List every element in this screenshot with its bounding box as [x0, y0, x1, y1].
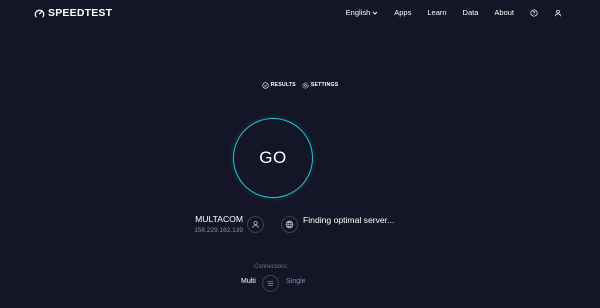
go-label: GO — [259, 148, 287, 167]
results-link[interactable]: RESULTS — [261, 81, 296, 89]
logo-text: SPEEDTEST — [48, 7, 113, 19]
settings-link[interactable]: SETTINGS — [302, 82, 339, 89]
results-label: RESULTS — [270, 82, 296, 88]
user-icon — [252, 221, 259, 228]
nav-learn-link[interactable]: Learn — [427, 8, 446, 17]
top-nav-bar: SPEEDTEST English Apps Learn Data About — [0, 0, 600, 27]
results-settings-row: RESULTS SETTINGS — [0, 79, 600, 91]
isp-ip-address: 156.229.162.139 — [194, 227, 243, 234]
nav-about-link[interactable]: About — [494, 8, 514, 17]
chevron-down-icon — [372, 11, 378, 15]
connections-toggle[interactable] — [262, 275, 279, 292]
server-status-text: Finding optimal server... — [303, 215, 395, 225]
connections-multi-option[interactable]: Multi — [241, 278, 256, 285]
server-globe-button[interactable] — [281, 216, 298, 233]
connections-toggle-row: Multi Single — [0, 275, 600, 292]
main-nav: English Apps Learn Data About — [346, 8, 562, 17]
speedtest-logo[interactable]: SPEEDTEST — [34, 7, 112, 19]
connections-single-option[interactable]: Single — [286, 278, 305, 285]
connections-icon — [267, 281, 274, 286]
account-button[interactable] — [554, 9, 562, 17]
isp-user-badge — [247, 216, 264, 233]
check-circle-icon — [261, 81, 269, 89]
isp-info: MULTACOM 156.229.162.139 — [170, 214, 243, 234]
globe-icon — [285, 220, 294, 229]
nav-data-link[interactable]: Data — [463, 8, 479, 17]
isp-name: MULTACOM — [195, 214, 243, 224]
speedtest-logo-icon — [34, 9, 45, 17]
settings-icon — [302, 82, 309, 88]
settings-label: SETTINGS — [310, 82, 339, 88]
language-label: English — [345, 8, 371, 17]
help-icon — [530, 8, 538, 17]
language-selector[interactable]: English — [346, 8, 379, 17]
nav-apps-link[interactable]: Apps — [394, 8, 411, 17]
connections-label: Connections — [254, 264, 288, 270]
go-button[interactable]: GO — [233, 118, 313, 198]
help-button[interactable] — [530, 8, 538, 17]
user-icon — [554, 9, 562, 16]
